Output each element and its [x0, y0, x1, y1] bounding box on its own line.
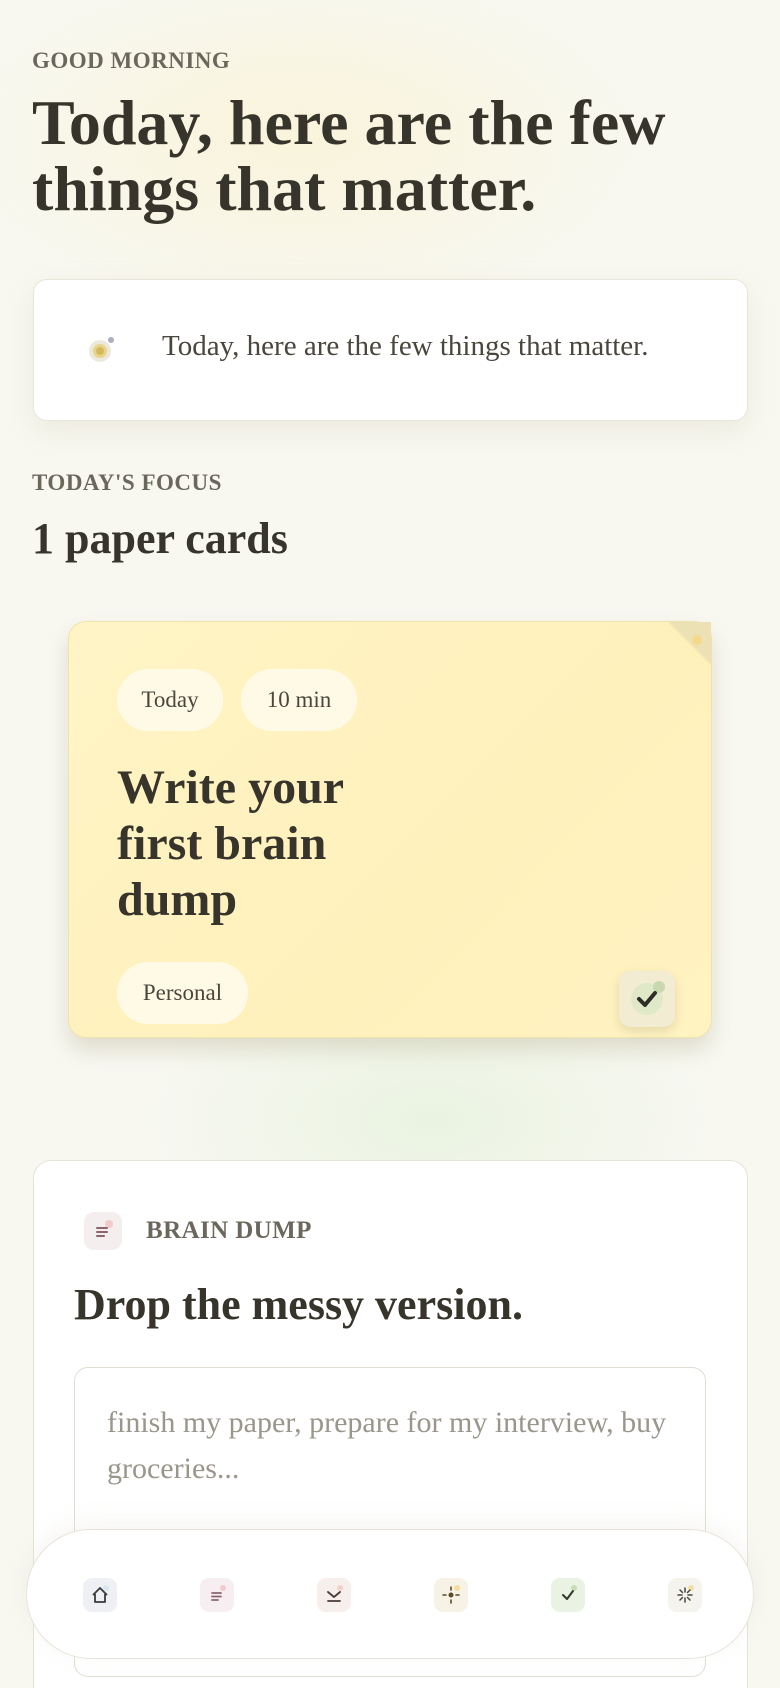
notes-icon	[211, 1585, 226, 1601]
brain-dump-title: Drop the messy version.	[74, 1280, 523, 1329]
focus-kicker: TODAY'S FOCUS	[32, 470, 222, 495]
nav-notes[interactable]	[200, 1578, 234, 1612]
nav-inbox[interactable]	[317, 1578, 351, 1612]
nav-done[interactable]	[551, 1578, 585, 1612]
nav-focus[interactable]	[434, 1578, 468, 1612]
focus-title: 1 paper cards	[32, 514, 288, 563]
nav-sparkle[interactable]	[668, 1578, 702, 1612]
focus-icon	[442, 1585, 460, 1604]
sparkle-icon	[677, 1585, 694, 1603]
sun-dial-icon	[88, 336, 116, 364]
nav-home[interactable]	[83, 1578, 117, 1612]
chip-when: Today	[117, 669, 223, 731]
home-icon	[92, 1585, 109, 1603]
quote-text: Today, here are the few things that matt…	[162, 330, 649, 362]
check-icon	[627, 978, 667, 1021]
page-headline: Today, here are the few things that matt…	[32, 87, 666, 224]
chip-category: Personal	[117, 962, 248, 1024]
complete-button[interactable]	[619, 971, 675, 1027]
inbox-icon	[327, 1585, 343, 1602]
brain-dump-kicker: BRAIN DUMP	[146, 1217, 312, 1244]
card-title: Write your first brain dump	[117, 761, 344, 926]
quote-card: Today, here are the few things that matt…	[33, 279, 748, 421]
page-fold-icon	[668, 621, 712, 665]
paper-card[interactable]: Today 10 min Write your first brain dump…	[68, 621, 712, 1038]
done-icon	[562, 1585, 577, 1600]
bottom-nav	[26, 1529, 754, 1659]
greeting-label: GOOD MORNING	[32, 48, 231, 73]
notes-icon	[84, 1212, 122, 1250]
chip-duration: 10 min	[241, 669, 357, 731]
